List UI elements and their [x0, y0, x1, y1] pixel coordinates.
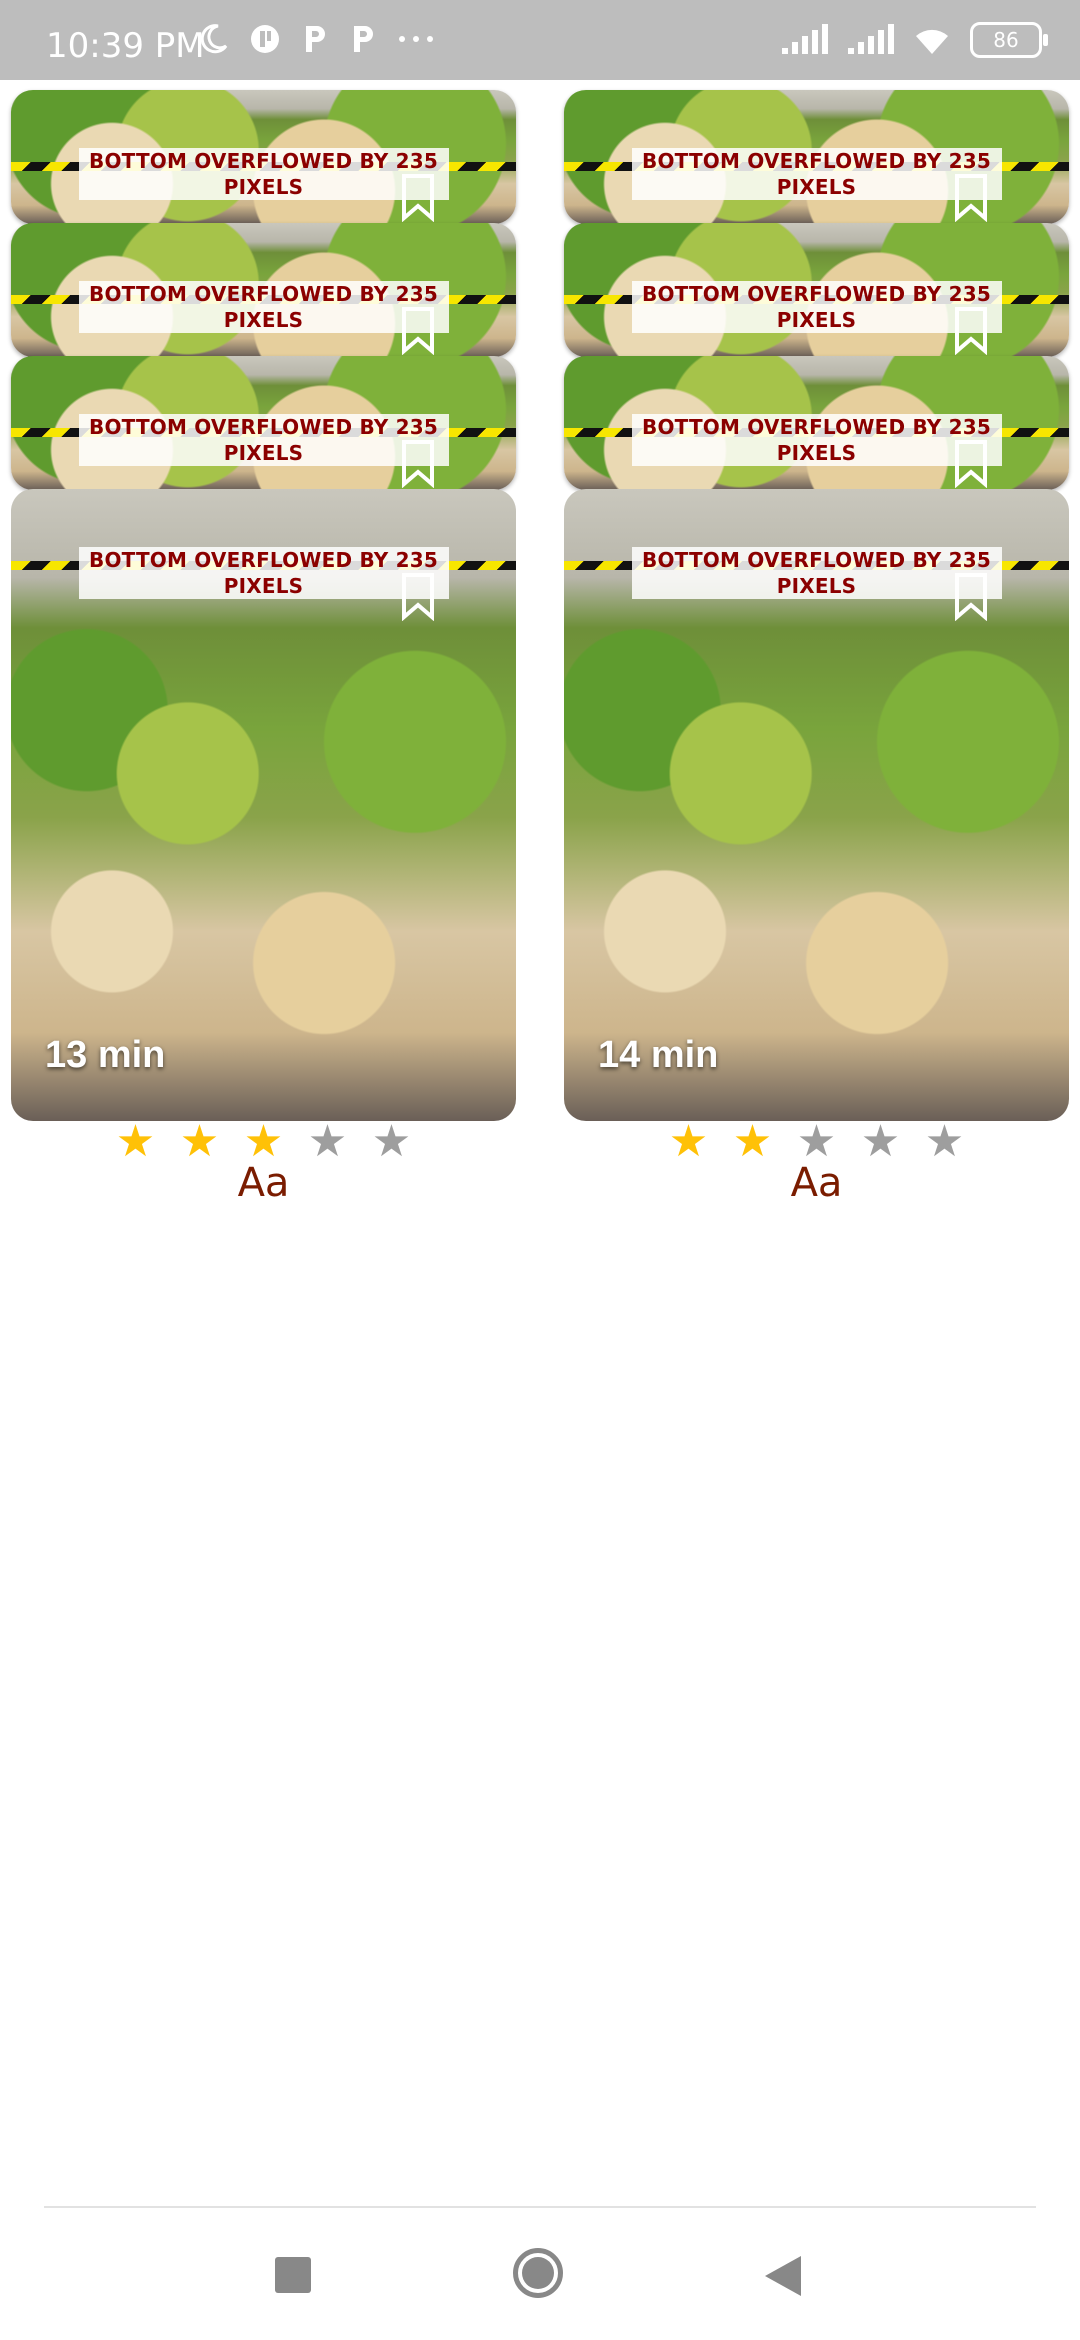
rating-stars: ★ ★ ★ ★ ★: [564, 1120, 1069, 1164]
card-image: BOTTOM OVERFLOWED BY 235 PIXELS: [11, 90, 516, 224]
star-empty-icon: ★: [924, 1117, 965, 1166]
bookmark-icon[interactable]: [400, 174, 436, 222]
overflow-warning: BOTTOM OVERFLOWED BY 235 PIXELS: [631, 281, 1002, 333]
bookmark-icon[interactable]: [953, 174, 989, 222]
status-time: 10:39 PM: [46, 26, 205, 66]
app-notification-icon: [251, 25, 279, 53]
star-filled-icon: ★: [668, 1117, 709, 1166]
star-empty-icon: ★: [860, 1117, 901, 1166]
status-system-icons: 86: [780, 22, 1048, 58]
cook-time: 13 min: [45, 1034, 166, 1076]
overflow-warning: BOTTOM OVERFLOWED BY 235 PIXELS: [631, 148, 1002, 200]
bookmark-icon[interactable]: [400, 307, 436, 355]
overflow-warning: BOTTOM OVERFLOWED BY 235 PIXELS: [631, 414, 1002, 466]
cook-time: 14 min: [598, 1034, 719, 1076]
star-filled-icon: ★: [732, 1117, 773, 1166]
recipe-card-2[interactable]: BOTTOM OVERFLOWED BY 235 PIXELS BOTTOM O…: [564, 90, 1069, 1122]
overflow-warning: BOTTOM OVERFLOWED BY 235 PIXELS: [78, 414, 449, 466]
back-button[interactable]: [765, 2256, 801, 2296]
rating-stars: ★ ★ ★ ★ ★: [11, 1120, 516, 1164]
more-dots-icon: [399, 36, 433, 42]
card-image: BOTTOM OVERFLOWED BY 235 PIXELS: [564, 356, 1069, 490]
bookmark-icon[interactable]: [953, 573, 989, 621]
card-image: BOTTOM OVERFLOWED BY 235 PIXELS 13 min: [11, 489, 516, 1121]
nav-divider: [44, 2206, 1036, 2208]
star-filled-icon: ★: [243, 1117, 284, 1166]
wifi-icon: [916, 29, 948, 54]
overflow-warning: BOTTOM OVERFLOWED BY 235 PIXELS: [78, 148, 449, 200]
star-empty-icon: ★: [371, 1117, 412, 1166]
card-image: BOTTOM OVERFLOWED BY 235 PIXELS: [11, 356, 516, 490]
recipe-card-1[interactable]: BOTTOM OVERFLOWED BY 235 PIXELS BOTTOM O…: [11, 90, 516, 1122]
bookmark-icon[interactable]: [953, 440, 989, 488]
overflow-warning: BOTTOM OVERFLOWED BY 235 PIXELS: [78, 281, 449, 333]
star-filled-icon: ★: [115, 1117, 156, 1166]
card-image: BOTTOM OVERFLOWED BY 235 PIXELS: [564, 223, 1069, 357]
recipe-title: Aa: [237, 1160, 290, 1206]
signal-icon: [782, 24, 828, 54]
moon-icon: [200, 24, 228, 54]
signal-icon: [848, 24, 894, 54]
p-notification-icon: [354, 26, 373, 52]
system-navigation-bar: [0, 2210, 1080, 2340]
card-image: BOTTOM OVERFLOWED BY 235 PIXELS 14 min: [564, 489, 1069, 1121]
recent-apps-button[interactable]: [275, 2257, 311, 2293]
recipe-card-column-2: BOTTOM OVERFLOWED BY 235 PIXELS BOTTOM O…: [564, 90, 1069, 1206]
card-image: BOTTOM OVERFLOWED BY 235 PIXELS: [11, 223, 516, 357]
status-bar: 10:39 PM 86: [0, 0, 1080, 80]
overflow-warning: BOTTOM OVERFLOWED BY 235 PIXELS: [631, 547, 1002, 599]
recipe-title: Aa: [790, 1160, 843, 1206]
star-empty-icon: ★: [307, 1117, 348, 1166]
home-button[interactable]: [513, 2248, 563, 2298]
battery-icon: 86: [970, 22, 1048, 58]
battery-level: 86: [993, 28, 1019, 52]
p-notification-icon: [306, 26, 325, 52]
bookmark-icon[interactable]: [400, 573, 436, 621]
star-filled-icon: ★: [179, 1117, 220, 1166]
star-empty-icon: ★: [796, 1117, 837, 1166]
home-icon: [522, 2257, 554, 2289]
bookmark-icon[interactable]: [400, 440, 436, 488]
recipe-card-column-1: BOTTOM OVERFLOWED BY 235 PIXELS BOTTOM O…: [11, 90, 516, 1206]
bookmark-icon[interactable]: [953, 307, 989, 355]
card-image: BOTTOM OVERFLOWED BY 235 PIXELS: [564, 90, 1069, 224]
overflow-warning: BOTTOM OVERFLOWED BY 235 PIXELS: [78, 547, 449, 599]
status-notification-icons: [196, 22, 436, 56]
